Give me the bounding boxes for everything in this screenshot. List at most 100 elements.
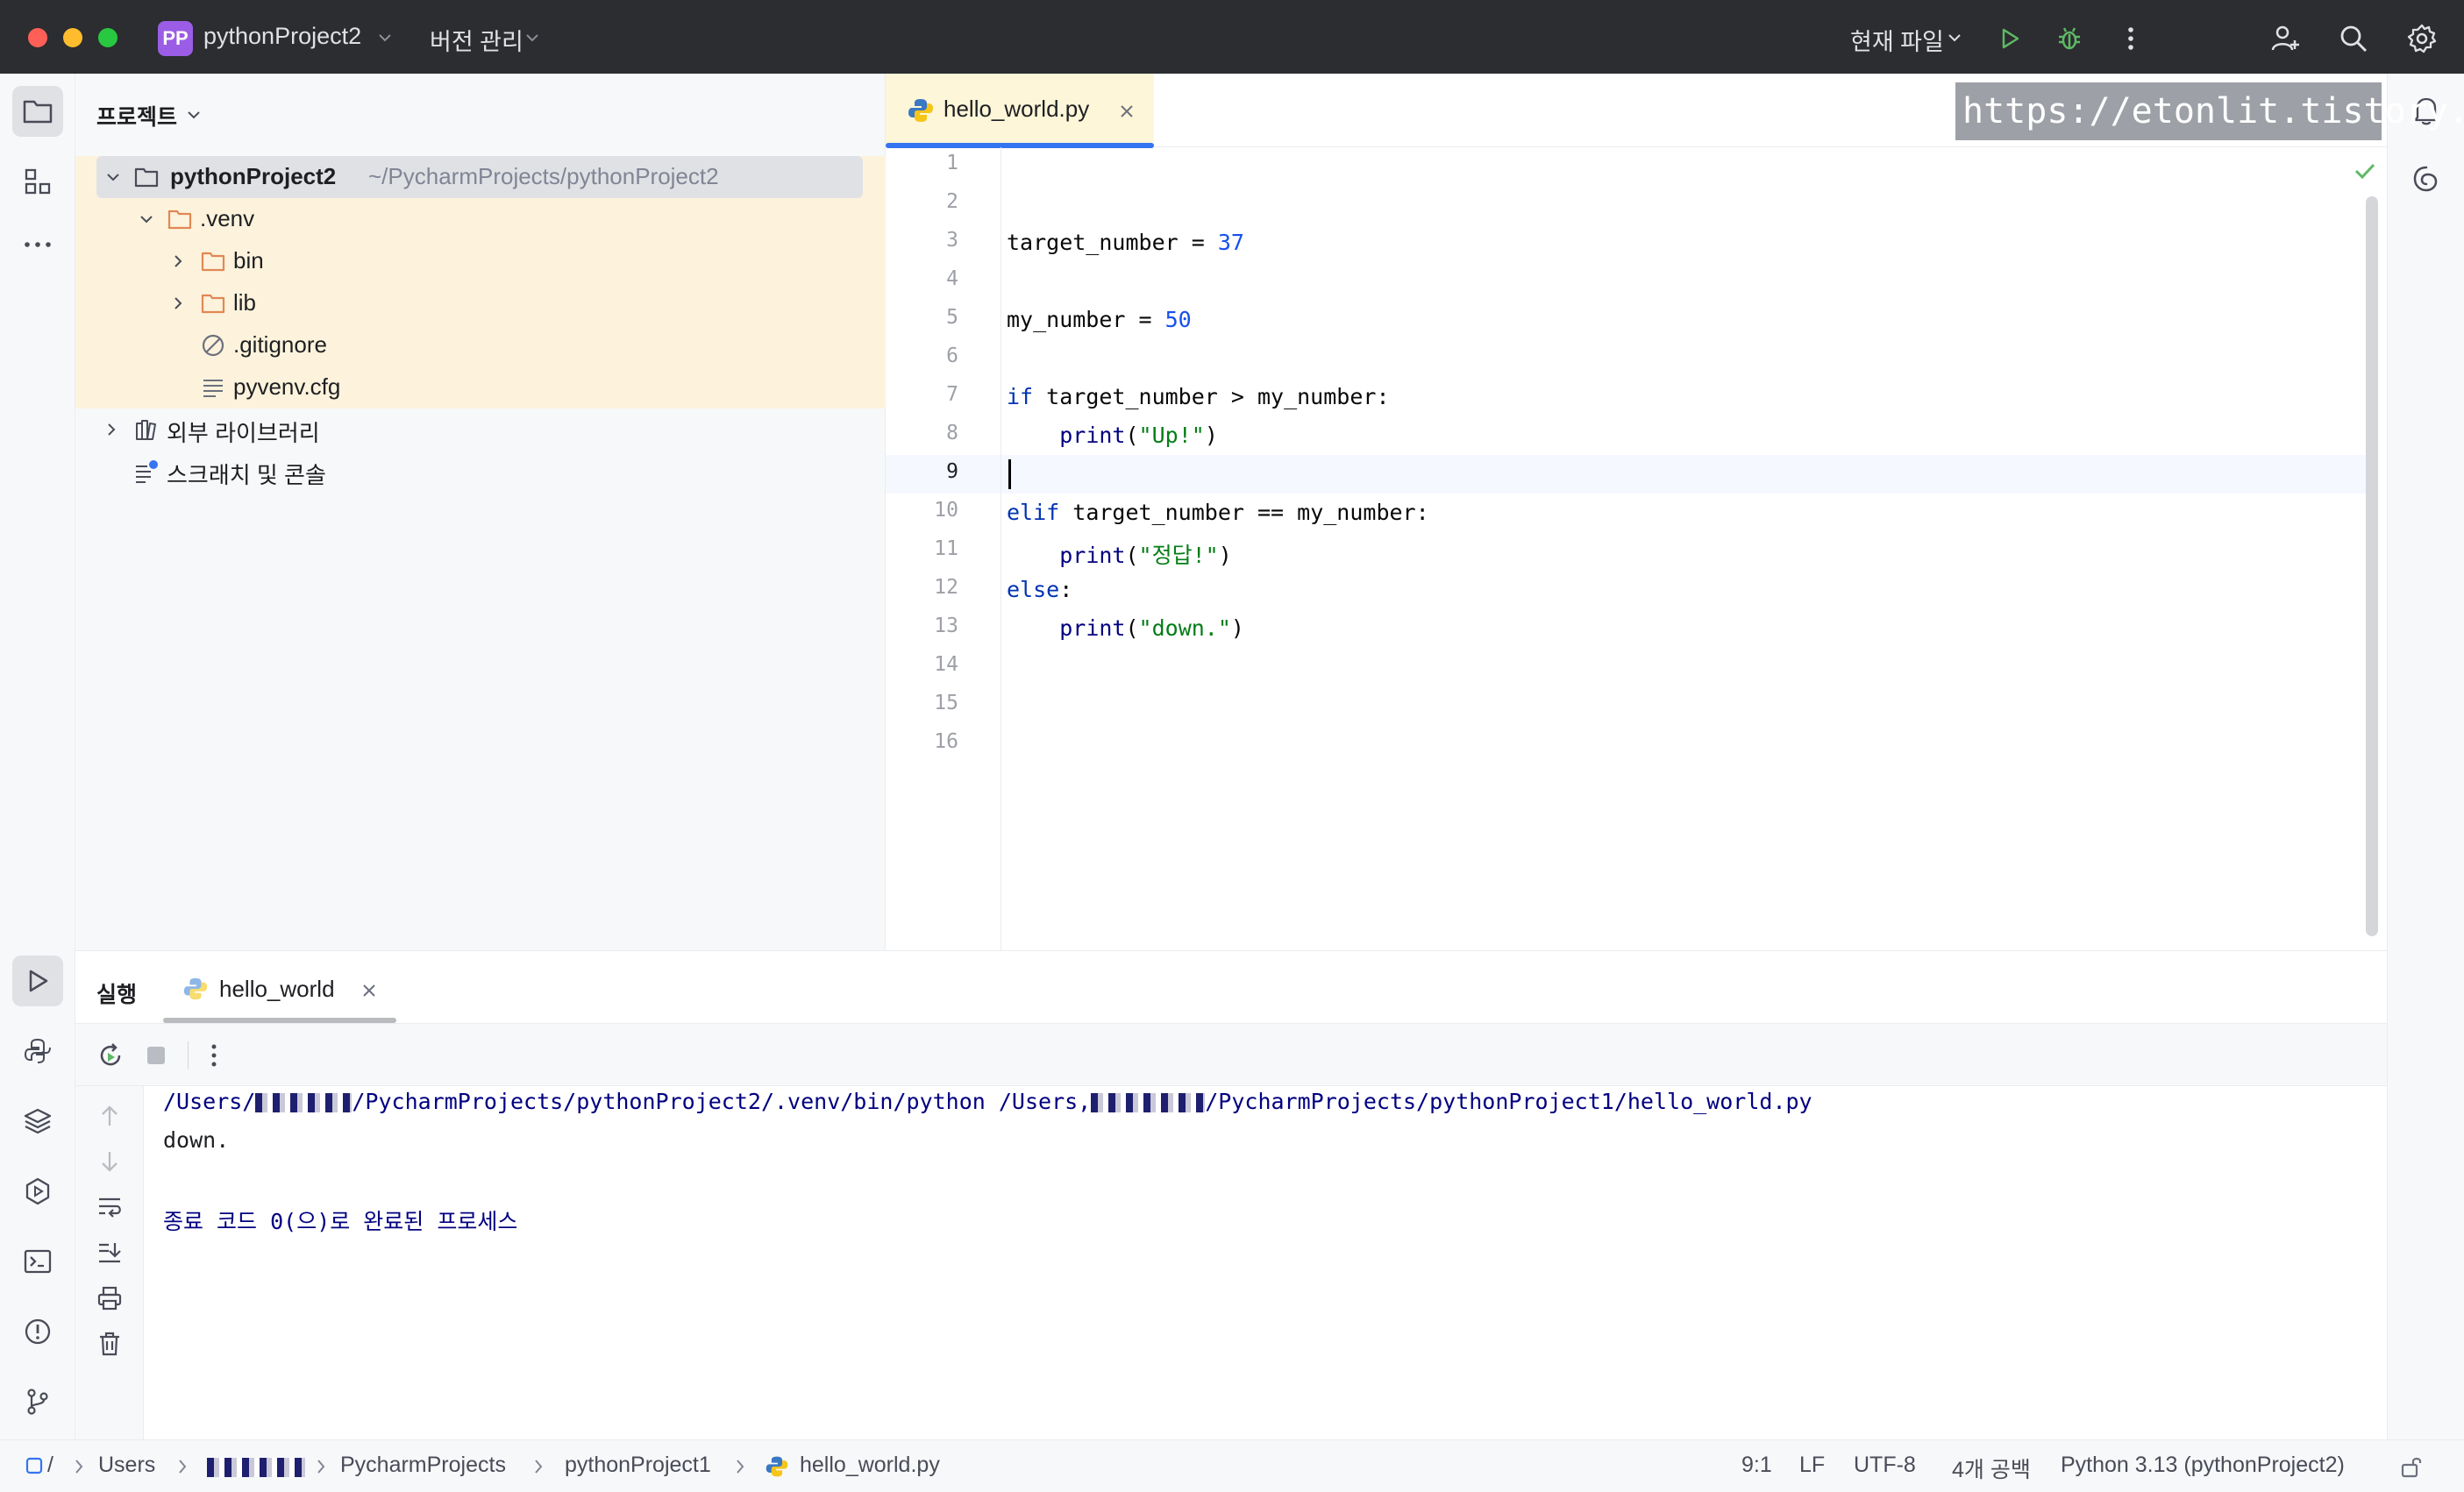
scroll-up-button[interactable]	[90, 1097, 129, 1135]
toolbar-divider	[188, 1041, 189, 1069]
chevron-right-icon[interactable]	[102, 420, 121, 439]
run-tab-hello-world[interactable]: hello_world	[163, 951, 396, 1023]
tree-item-pyvenv[interactable]: pyvenv.cfg	[75, 366, 886, 409]
window-minimize-button[interactable]	[63, 28, 82, 47]
code-line-5[interactable]: my_number = 50	[1007, 307, 1192, 332]
run-tool-button[interactable]	[12, 956, 63, 1006]
code-line-3[interactable]: target_number = 37	[1007, 230, 1244, 255]
scroll-down-button[interactable]	[90, 1142, 129, 1181]
tree-item-bin[interactable]: bin	[75, 240, 886, 282]
run-config-selector[interactable]: 현재 파일	[1850, 23, 1944, 57]
code-line-13[interactable]: print("down.")	[1007, 615, 1244, 641]
unlock-icon[interactable]	[2399, 1454, 2424, 1479]
project-panel-title[interactable]: 프로젝트	[96, 100, 177, 131]
scroll-to-end-button[interactable]	[90, 1233, 129, 1272]
window-maximize-button[interactable]	[98, 28, 118, 47]
project-tool-button[interactable]	[12, 86, 63, 137]
trash-icon	[100, 1332, 119, 1356]
bug-icon	[2059, 27, 2080, 50]
breadcrumb-pycharmprojects[interactable]: PycharmProjects	[340, 1453, 506, 1478]
console-exit-message[interactable]: 종료 코드 0(으)로 완료된 프로세스	[163, 1204, 517, 1236]
window-close-button[interactable]	[28, 28, 47, 47]
chevron-down-icon[interactable]	[103, 167, 123, 187]
project-badge[interactable]: PP	[158, 21, 193, 56]
ai-assistant-button[interactable]	[2403, 156, 2449, 202]
python-console-button[interactable]	[12, 1026, 63, 1076]
problems-button[interactable]	[12, 1306, 63, 1357]
services-button[interactable]	[12, 1166, 63, 1217]
code-with-me-button[interactable]	[2266, 19, 2304, 58]
tree-item-lib[interactable]: lib	[75, 282, 886, 324]
structure-tool-button[interactable]	[12, 156, 63, 207]
more-tools-button[interactable]	[12, 219, 63, 270]
chevron-down-icon[interactable]	[137, 210, 156, 229]
breadcrumb-root[interactable]: /	[47, 1453, 53, 1478]
play-icon	[29, 970, 48, 992]
tree-item-venv[interactable]: .venv	[75, 198, 886, 240]
clear-all-button[interactable]	[90, 1325, 129, 1363]
chevron-right-icon[interactable]	[168, 252, 188, 271]
soft-wrap-icon	[99, 1197, 121, 1218]
run-panel: 실행 hello_world /Users/ /PycharmProjects/…	[75, 950, 2387, 1440]
breadcrumb-pythonproject1[interactable]: pythonProject1	[565, 1453, 711, 1478]
editor-tab-hello-world[interactable]: hello_world.py	[886, 74, 1154, 148]
run-button[interactable]	[1990, 19, 2029, 58]
ignored-file-icon	[202, 334, 224, 357]
cursor-position[interactable]: 9:1	[1741, 1453, 1772, 1478]
chevron-right-icon[interactable]	[168, 294, 188, 313]
more-actions-button[interactable]	[2111, 19, 2150, 58]
console-output[interactable]: down.	[163, 1127, 229, 1153]
tree-item-external-libraries[interactable]: 외부 라이브러리	[75, 409, 886, 451]
stop-button[interactable]	[137, 1036, 175, 1075]
line-number: 10	[934, 499, 958, 522]
debug-button[interactable]	[2050, 19, 2089, 58]
line-separator[interactable]: LF	[1799, 1453, 1825, 1478]
chevron-right-icon	[179, 1460, 187, 1474]
run-more-button[interactable]	[195, 1036, 233, 1075]
search-everywhere-button[interactable]	[2334, 19, 2373, 58]
chevron-down-icon[interactable]	[184, 105, 203, 124]
python-packages-button[interactable]	[12, 1096, 63, 1147]
tree-item-project-root[interactable]: pythonProject2 ~/PycharmProjects/pythonP…	[96, 156, 863, 198]
project-root-icon[interactable]	[25, 1456, 44, 1475]
run-panel-title: 실행	[96, 983, 138, 1007]
editor-area: hello_world.py https://etonlit.tistory.c…	[886, 74, 2464, 950]
code-line-7[interactable]: if target_number > my_number:	[1007, 384, 1390, 409]
breadcrumb-file[interactable]: hello_world.py	[800, 1453, 940, 1478]
editor-scrollbar[interactable]	[2366, 196, 2378, 936]
code-line-11[interactable]: print("정답!")	[1007, 538, 1232, 570]
indent-setting[interactable]: 4개 공백	[1952, 1453, 2031, 1484]
rerun-button[interactable]	[91, 1036, 130, 1075]
vcs-menu[interactable]: 버전 관리	[430, 23, 523, 57]
close-icon[interactable]	[1119, 103, 1135, 119]
console-text: /Users/	[163, 1089, 256, 1114]
code-token: "정답!"	[1138, 543, 1219, 568]
tree-item-gitignore[interactable]: .gitignore	[75, 324, 886, 366]
code-line-12[interactable]: else:	[1007, 577, 1072, 602]
soft-wrap-button[interactable]	[90, 1188, 129, 1226]
play-icon	[2002, 28, 2019, 49]
code-line-10[interactable]: elif target_number == my_number:	[1007, 500, 1429, 525]
code-token: =	[1125, 307, 1165, 332]
code-token: "down."	[1138, 615, 1231, 641]
git-button[interactable]	[12, 1376, 63, 1427]
redacted-username	[255, 1093, 353, 1112]
file-encoding[interactable]: UTF-8	[1854, 1453, 1916, 1478]
python-interpreter[interactable]: Python 3.13 (pythonProject2)	[2061, 1453, 2345, 1478]
code-token: target_number	[1007, 230, 1179, 255]
library-icon	[136, 420, 156, 440]
terminal-button[interactable]	[12, 1236, 63, 1287]
checkmark-icon[interactable]	[2352, 158, 2378, 184]
line-number: 5	[946, 306, 958, 329]
code-line-8[interactable]: print("Up!")	[1007, 423, 1218, 448]
print-button[interactable]	[90, 1279, 129, 1318]
project-name-menu[interactable]: pythonProject2	[203, 23, 361, 50]
tree-item-scratches[interactable]: 스크래치 및 콘솔	[75, 451, 886, 493]
settings-button[interactable]	[2403, 19, 2441, 58]
tree-label: bin	[233, 247, 264, 274]
chevron-down-icon	[1948, 34, 1961, 42]
close-icon[interactable]	[361, 983, 377, 998]
breadcrumb-users[interactable]: Users	[98, 1453, 155, 1478]
console-command-line[interactable]: /Users/ /PycharmProjects/pythonProject2/.…	[163, 1089, 1812, 1114]
folder-icon	[201, 294, 225, 314]
